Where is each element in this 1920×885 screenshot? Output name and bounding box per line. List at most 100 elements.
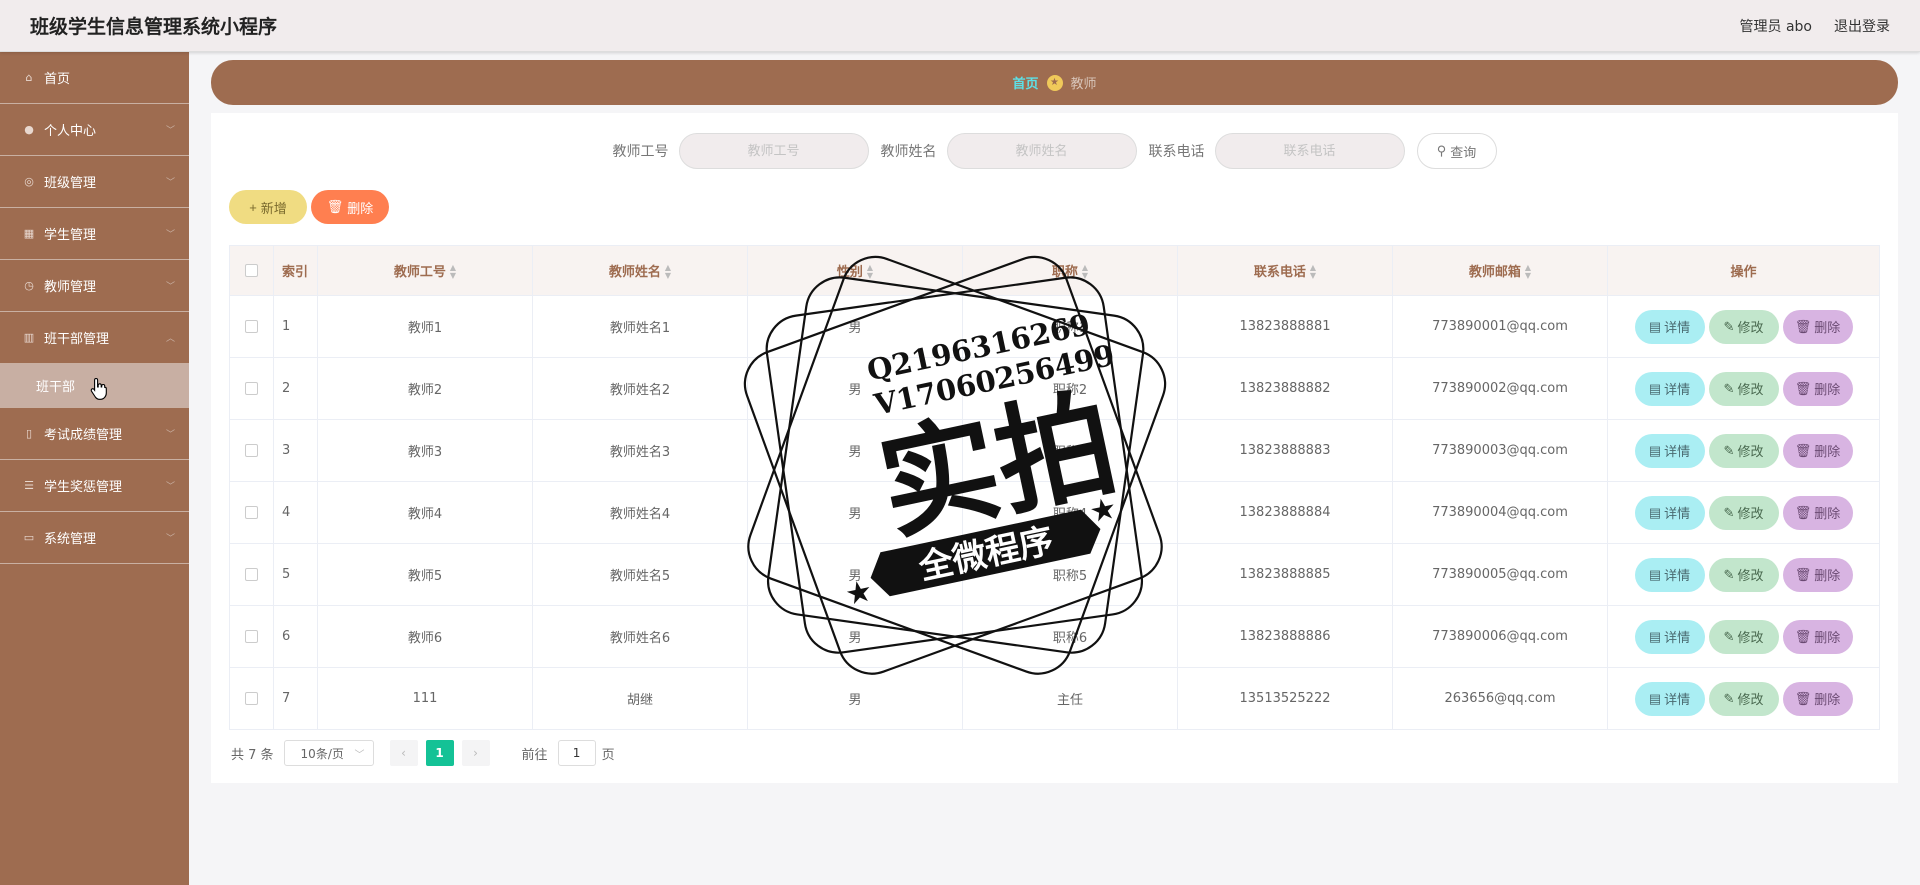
pagination: 共 7 条 10条/页 ﹀ ‹ 1 › 前往 页 [231, 740, 615, 766]
cell-actions: ▤ 详情 ✎ 修改 🗑 删除 [1607, 667, 1880, 730]
sidebar-item-label: 学生管理 [44, 228, 97, 243]
delete-button[interactable]: 🗑 删除 [1782, 309, 1853, 344]
select-all-checkbox[interactable] [245, 264, 258, 277]
col-teacher-name[interactable]: 教师姓名 ▲ ▼ [532, 245, 748, 296]
row-select-cell[interactable] [229, 419, 274, 482]
table-row: 7 111 胡继男主任 13513525222 263656@qq.com ▤ 详情 ✎ 修改 🗑… [229, 667, 1880, 730]
batch-delete-button[interactable]: 🗑 删除 [311, 190, 389, 224]
row-checkbox[interactable] [245, 320, 258, 333]
sort-icon[interactable]: ▲ ▼ [665, 264, 671, 280]
delete-button[interactable]: 🗑 删除 [1782, 619, 1853, 654]
row-checkbox[interactable] [245, 382, 258, 395]
edit-button[interactable]: ✎ 修改 [1708, 619, 1779, 654]
sidebar-item-system[interactable]: ▭ 系统管理 ﹀ [0, 512, 189, 564]
globe-icon: ◎ [24, 175, 34, 188]
detail-button[interactable]: ▤ 详情 [1634, 433, 1705, 468]
sidebar-item-exams[interactable]: ▯ 考试成绩管理 ﹀ [0, 408, 189, 460]
edit-button[interactable]: ✎ 修改 [1708, 371, 1779, 406]
table-row: 6 教师6 教师姓名6 男职称6 13823888886 773890006@qq.com… [229, 605, 1880, 668]
sort-icon[interactable]: ▲ ▼ [1082, 264, 1088, 280]
row-select-cell[interactable] [229, 295, 274, 358]
page-number-current[interactable]: 1 [425, 740, 454, 766]
trash-icon: 🗑 [1794, 318, 1812, 334]
prev-page-button[interactable]: ‹ [389, 740, 418, 766]
add-button[interactable]: + 新增 [229, 190, 307, 224]
goto-suffix: 页 [601, 747, 615, 763]
edit-label: 修改 [1737, 506, 1764, 521]
phone-input[interactable] [1214, 133, 1405, 169]
logout-button[interactable]: 退出登录 [1834, 16, 1890, 36]
teacher-id-input[interactable] [678, 133, 869, 169]
trash-icon: 🗑 [1794, 566, 1812, 582]
sidebar-item-profile[interactable]: ● 个人中心 ﹀ [0, 104, 189, 156]
col-title[interactable]: 职称 ▲ ▼ [962, 245, 1178, 296]
row-select-cell[interactable] [229, 605, 274, 668]
teacher-name-input[interactable] [946, 133, 1137, 169]
detail-button[interactable]: ▤ 详情 [1634, 557, 1705, 592]
sidebar-item-cadres[interactable]: ▥ 班干部管理 ︿ [0, 312, 189, 364]
delete-button[interactable]: 🗑 删除 [1782, 681, 1853, 716]
sidebar-item-label: 教师管理 [44, 280, 97, 295]
sidebar-item-teachers[interactable]: ◷ 教师管理 ﹀ [0, 260, 189, 312]
edit-button[interactable]: ✎ 修改 [1708, 309, 1779, 344]
detail-label: 详情 [1664, 506, 1691, 521]
delete-button[interactable]: 🗑 删除 [1782, 371, 1853, 406]
detail-button[interactable]: ▤ 详情 [1634, 619, 1705, 654]
edit-button[interactable]: ✎ 修改 [1708, 557, 1779, 592]
row-checkbox[interactable] [245, 506, 258, 519]
document-icon: ▤ [1648, 318, 1662, 334]
cell-index: 2 [273, 357, 318, 420]
row-select-cell[interactable] [229, 357, 274, 420]
current-user[interactable]: 管理员 abo [1740, 16, 1812, 36]
row-checkbox[interactable] [245, 568, 258, 581]
edit-button[interactable]: ✎ 修改 [1708, 495, 1779, 530]
row-checkbox[interactable] [245, 692, 258, 705]
trash-icon: 🗑 [1794, 442, 1812, 458]
detail-button[interactable]: ▤ 详情 [1634, 681, 1705, 716]
goto-page-input[interactable] [557, 740, 596, 766]
edit-button[interactable]: ✎ 修改 [1708, 433, 1779, 468]
row-checkbox[interactable] [245, 630, 258, 643]
detail-button[interactable]: ▤ 详情 [1634, 309, 1705, 344]
col-gender[interactable]: 性别 ▲ ▼ [747, 245, 963, 296]
col-phone[interactable]: 联系电话 ▲ ▼ [1177, 245, 1393, 296]
cell-actions: ▤ 详情 ✎ 修改 🗑 删除 [1607, 481, 1880, 544]
col-teacher-id[interactable]: 教师工号 ▲ ▼ [317, 245, 533, 296]
sidebar-item-home[interactable]: ⌂ 首页 [0, 52, 189, 104]
row-select-cell[interactable] [229, 481, 274, 544]
delete-button[interactable]: 🗑 删除 [1782, 557, 1853, 592]
clock-icon: ◷ [24, 279, 34, 292]
row-select-cell[interactable] [229, 667, 274, 730]
col-email[interactable]: 教师邮箱 ▲ ▼ [1392, 245, 1608, 296]
sidebar-item-class[interactable]: ◎ 班级管理 ﹀ [0, 156, 189, 208]
sort-icon[interactable]: ▲ ▼ [867, 264, 873, 280]
sort-icon[interactable]: ▲ ▼ [1525, 264, 1531, 280]
edit-button[interactable]: ✎ 修改 [1708, 681, 1779, 716]
sidebar-item-rewards[interactable]: ☰ 学生奖惩管理 ﹀ [0, 460, 189, 512]
delete-button[interactable]: 🗑 删除 [1782, 433, 1853, 468]
chevron-down-icon: ﹀ [165, 126, 175, 136]
cell-phone: 13823888881 [1177, 295, 1393, 358]
sort-icon[interactable]: ▲ ▼ [450, 264, 456, 280]
next-page-button[interactable]: › [461, 740, 490, 766]
sort-icon[interactable]: ▲ ▼ [1310, 264, 1316, 280]
row-checkbox[interactable] [245, 444, 258, 457]
table-row: 4 教师4 教师姓名4 男职称4 13823888884 773890004@qq.com… [229, 481, 1880, 544]
cell-gender: 男 [747, 295, 963, 358]
sidebar-item-students[interactable]: ▦ 学生管理 ﹀ [0, 208, 189, 260]
select-all-cell[interactable] [229, 245, 274, 296]
detail-button[interactable]: ▤ 详情 [1634, 495, 1705, 530]
table-row: 2 教师2 教师姓名2 男职称2 13823888882 773890002@qq.com… [229, 357, 1880, 420]
pencil-icon: ✎ [1723, 442, 1735, 458]
row-select-cell[interactable] [229, 543, 274, 606]
detail-button[interactable]: ▤ 详情 [1634, 371, 1705, 406]
pencil-icon: ✎ [1723, 380, 1735, 396]
cell-index: 1 [273, 295, 318, 358]
sidebar-item-label: 系统管理 [44, 532, 97, 547]
query-button[interactable]: ⚲ 查询 [1416, 133, 1497, 169]
page-size-select[interactable]: 10条/页 ﹀ [283, 740, 374, 766]
breadcrumb-home[interactable]: 首页 [1012, 73, 1038, 92]
cell-actions: ▤ 详情 ✎ 修改 🗑 删除 [1607, 357, 1880, 420]
page-size-value: 10条/页 [300, 746, 344, 761]
delete-button[interactable]: 🗑 删除 [1782, 495, 1853, 530]
